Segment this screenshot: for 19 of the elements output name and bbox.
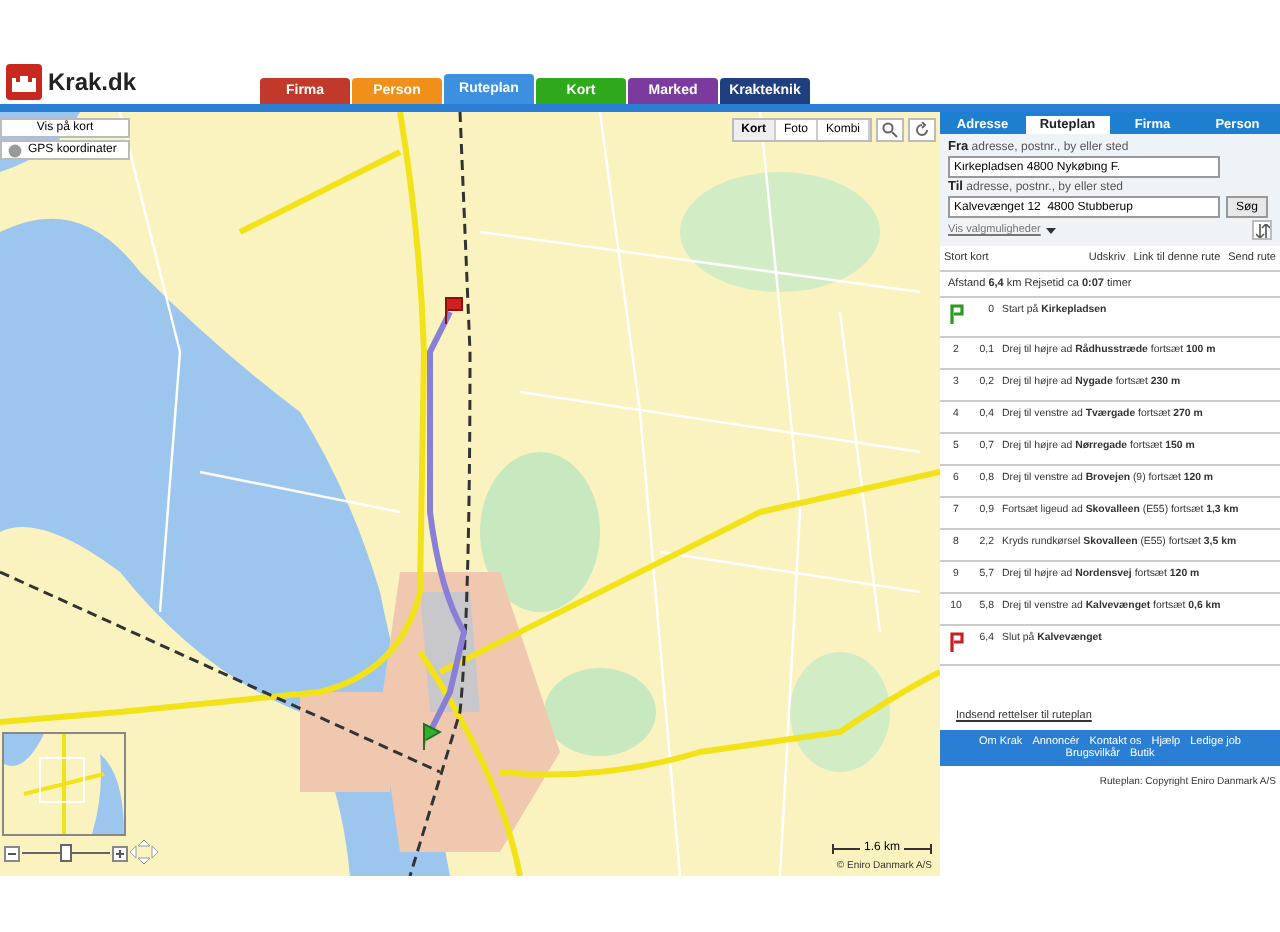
site-logo[interactable]: Krak.dk [48, 68, 137, 96]
zoom-slider-thumb[interactable] [60, 844, 72, 862]
caret-icon [1046, 225, 1057, 235]
zoom-tool-button[interactable] [876, 118, 904, 142]
swap-button[interactable] [1252, 220, 1272, 240]
castle-logo-icon [6, 64, 42, 100]
flag-pin-icon [444, 296, 464, 324]
zoom-in-icon[interactable] [112, 845, 128, 861]
end-flag-icon [949, 632, 963, 652]
start-flag-icon [949, 304, 963, 324]
overview-map-drawing[interactable] [2, 732, 126, 836]
flag-pin-icon [422, 722, 442, 750]
search-icon [882, 122, 898, 138]
scale-bar-icon [904, 843, 932, 853]
reset-button[interactable] [908, 118, 936, 142]
zoom-out-icon[interactable] [4, 845, 20, 861]
scale-bar-icon [831, 843, 860, 853]
refresh-icon [914, 122, 930, 138]
swap-arrows-icon [1255, 223, 1269, 237]
